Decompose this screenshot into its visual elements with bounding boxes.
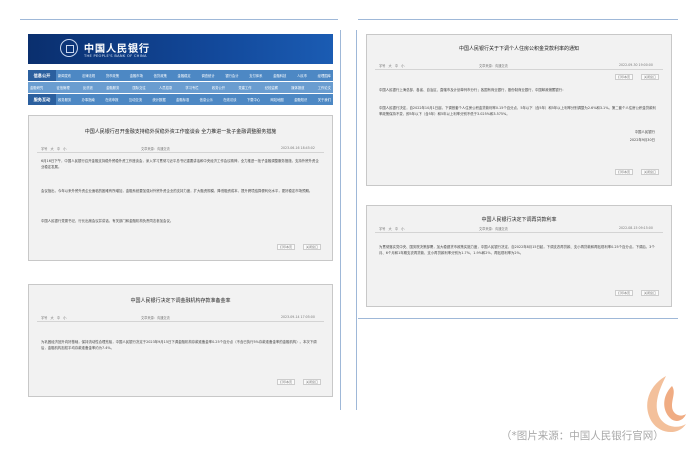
nav-link[interactable]: 调查统计 xyxy=(201,73,214,78)
article-date: 2022-09-30 19:00:00 xyxy=(619,63,653,67)
frame-mid-left xyxy=(340,30,341,410)
nav-items: 新闻发布 法律法规 货币政策 金融市场 信贷政策 金融稳定 调查统计 银行会计 支付体系 金融科技… xyxy=(58,70,331,81)
article-source: 文章来源：沟通交流 xyxy=(479,227,508,231)
nav-link[interactable]: 办事指南 xyxy=(82,97,95,102)
article-card: 中国人民银行决定下调金融机构存款准备金率 字号 大 中 小 文章来源：沟通交流 … xyxy=(28,284,333,397)
close-button[interactable]: 关闭窗口 xyxy=(641,169,660,175)
nav-link[interactable]: 在线申报 xyxy=(105,97,118,102)
article-paragraph: 中国人民银行党委书记、行长出席会议并讲话，有关部门和金融机构负责同志参加会议。 xyxy=(41,219,174,223)
signing-date: 2022年9月30日 xyxy=(629,138,655,142)
nav-link[interactable]: 人员招录 xyxy=(159,85,172,90)
article-paragraph: 中国人民银行决定，自2022年10月1日起，下调首套个人住房公积金贷款利率0.1… xyxy=(379,106,656,116)
divider xyxy=(37,321,324,322)
nav-link[interactable]: 新闻发布 xyxy=(58,73,71,78)
article-paragraph: 会议指出，今年以来外贸外资企业面临的困难有所增加，金融系统要加强对外贸外资企业的… xyxy=(41,189,313,193)
nav-link[interactable]: 金融服务 xyxy=(106,85,119,90)
signing-org: 中国人民银行 xyxy=(634,130,655,134)
article-paragraph: 中国人民银行上海总部，各省、自治区、直辖市及计划单列市分行；各国有商业银行，股份… xyxy=(379,88,566,92)
nav-link[interactable]: 工作论文 xyxy=(318,85,331,90)
nav-section-label: 服务互动 xyxy=(28,94,56,105)
font-size-selector[interactable]: 字号 大 中 小 xyxy=(41,146,67,151)
frame-bottom-right xyxy=(358,318,678,319)
bank-logo-icon xyxy=(60,39,78,57)
article-card: 中国人民银行决定下调再贷款利率 字号 大 中 小 文章来源：沟通交流 2022-… xyxy=(366,205,672,307)
nav-link[interactable]: 下载中心 xyxy=(247,97,260,102)
nav-link[interactable]: 人民币 xyxy=(297,73,307,78)
nav-link[interactable]: 统计数据 xyxy=(152,97,165,102)
frame-top-right xyxy=(358,19,678,20)
font-size-selector[interactable]: 字号 大 中 小 xyxy=(41,315,67,320)
nav-link[interactable]: 金融稳定 xyxy=(178,73,191,78)
divider xyxy=(375,232,663,233)
close-button[interactable]: 关闭窗口 xyxy=(303,244,322,250)
nav-link[interactable]: 在线访谈 xyxy=(223,97,236,102)
nav-link[interactable]: 金融标准 xyxy=(176,97,189,102)
divider xyxy=(375,69,663,70)
nav-link[interactable]: 金融研究 xyxy=(30,85,43,90)
nav-link[interactable]: 金融知识 xyxy=(294,97,307,102)
article-title: 中国人民银行关于下调个人住房公积金贷款利率的通知 xyxy=(458,46,579,52)
article-paragraph: 6月16日下午，中国人民银行召开金融支持稳外贸稳外资工作座谈会，深入学习贯彻习近… xyxy=(41,159,319,169)
font-size-selector[interactable]: 字号 大 中 小 xyxy=(379,63,405,68)
nav-link[interactable]: 反洗钱 xyxy=(83,85,93,90)
nav-row-1: 信息公开 新闻发布 法律法规 货币政策 金融市场 信贷政策 金融稳定 调查统计 银行会计 支付体… xyxy=(28,70,333,81)
image-source-caption: （*图片来源：中国人民银行官网） xyxy=(501,430,664,442)
nav-link[interactable]: 国际交往 xyxy=(133,85,146,90)
nav-link[interactable]: 支付体系 xyxy=(249,73,262,78)
article-paragraph: 为巩固经济回升向好基础，保持流动性合理充裕，中国人民银行决定于2023年9月15… xyxy=(41,340,317,350)
article-source: 文章来源：沟通交流 xyxy=(141,316,170,320)
bank-name-en: THE PEOPLE'S BANK OF CHINA xyxy=(84,54,147,58)
print-button[interactable]: 打印本页 xyxy=(277,244,296,250)
bank-name-cn: 中国人民银行 xyxy=(84,44,150,55)
article-date: 2022-08-15 09:15:00 xyxy=(619,226,653,230)
article-paragraph: 为贯彻落实党中央、国务院决策部署，加大稳健货币政策实施力度，中国人民银行决定，自… xyxy=(379,245,655,255)
print-button[interactable]: 打印本页 xyxy=(615,74,634,80)
nav-link[interactable]: 媒体报道 xyxy=(291,85,304,90)
print-button[interactable]: 打印本页 xyxy=(615,169,634,175)
article-date: 2023-06-16 18:45:02 xyxy=(281,146,315,150)
nav-row-2: 金融研究 征信管理 反洗钱 金融服务 国际交往 人员招录 学习专栏 政务公开 党建工作 纪检监察 媒… xyxy=(28,82,333,93)
nav-link[interactable]: 学习专栏 xyxy=(185,85,198,90)
print-button[interactable]: 打印本页 xyxy=(277,379,296,385)
nav-link[interactable]: 货币政策 xyxy=(106,73,119,78)
nav-items: 金融研究 征信管理 反洗钱 金融服务 国际交往 人员招录 学习专栏 政务公开 党建工作 纪检监察 媒… xyxy=(30,82,331,93)
close-button[interactable]: 关闭窗口 xyxy=(641,290,660,296)
nav-link[interactable]: 纪检监察 xyxy=(265,85,278,90)
article-card: 中国人民银行召开金融支持稳外贸稳外资工作座谈会 全力推进一批子金融调整服务措施 … xyxy=(28,115,333,261)
nav-link[interactable]: 经理国库 xyxy=(318,73,331,78)
header-banner: 中国人民银行 THE PEOPLE'S BANK OF CHINA xyxy=(28,34,333,64)
nav-link[interactable]: 党建工作 xyxy=(238,85,251,90)
nav-link[interactable]: 征信管理 xyxy=(56,85,69,90)
nav-link[interactable]: 网站地图 xyxy=(270,97,283,102)
nav-link[interactable]: 互动交流 xyxy=(129,97,142,102)
close-button[interactable]: 关闭窗口 xyxy=(641,74,660,80)
nav-link[interactable]: 信贷政策 xyxy=(154,73,167,78)
article-source: 文章来源：沟通交流 xyxy=(479,64,508,68)
article-source: 文章来源：沟通交流 xyxy=(141,147,170,151)
article-title: 中国人民银行召开金融支持稳外贸稳外资工作座谈会 全力推进一批子金融调整服务措施 xyxy=(84,129,277,135)
nav-link[interactable]: 信息公示 xyxy=(200,97,213,102)
nav-link[interactable]: 银行会计 xyxy=(225,73,238,78)
article-title: 中国人民银行决定下调金融机构存款准备金率 xyxy=(130,298,231,304)
nav-row-3: 服务互动 政务服务 办事指南 在线申报 互动交流 统计数据 金融标准 信息公示 在线访谈 下载中… xyxy=(28,94,333,105)
article-title: 中国人民银行决定下调再贷款利率 xyxy=(481,217,557,223)
print-button[interactable]: 打印本页 xyxy=(615,290,634,296)
nav-link[interactable]: 政务公开 xyxy=(212,85,225,90)
font-size-selector[interactable]: 字号 大 中 小 xyxy=(379,226,405,231)
divider xyxy=(37,152,324,153)
article-card: 中国人民银行关于下调个人住房公积金贷款利率的通知 字号 大 中 小 文章来源：沟… xyxy=(366,34,672,186)
nav-link[interactable]: 关于我们 xyxy=(318,97,331,102)
nav-items: 政务服务 办事指南 在线申报 互动交流 统计数据 金融标准 信息公示 在线访谈 下载中心 网站地图… xyxy=(58,94,331,105)
nav-link[interactable]: 政务服务 xyxy=(58,97,71,102)
article-date: 2023-09-14 17:05:00 xyxy=(281,315,315,319)
close-button[interactable]: 关闭窗口 xyxy=(303,379,322,385)
frame-top-left xyxy=(20,19,338,20)
nav-section-label: 信息公开 xyxy=(28,70,56,81)
frame-mid-right xyxy=(356,30,357,410)
nav-link[interactable]: 金融科技 xyxy=(273,73,286,78)
nav-link[interactable]: 金融市场 xyxy=(130,73,143,78)
nav-link[interactable]: 法律法规 xyxy=(82,73,95,78)
